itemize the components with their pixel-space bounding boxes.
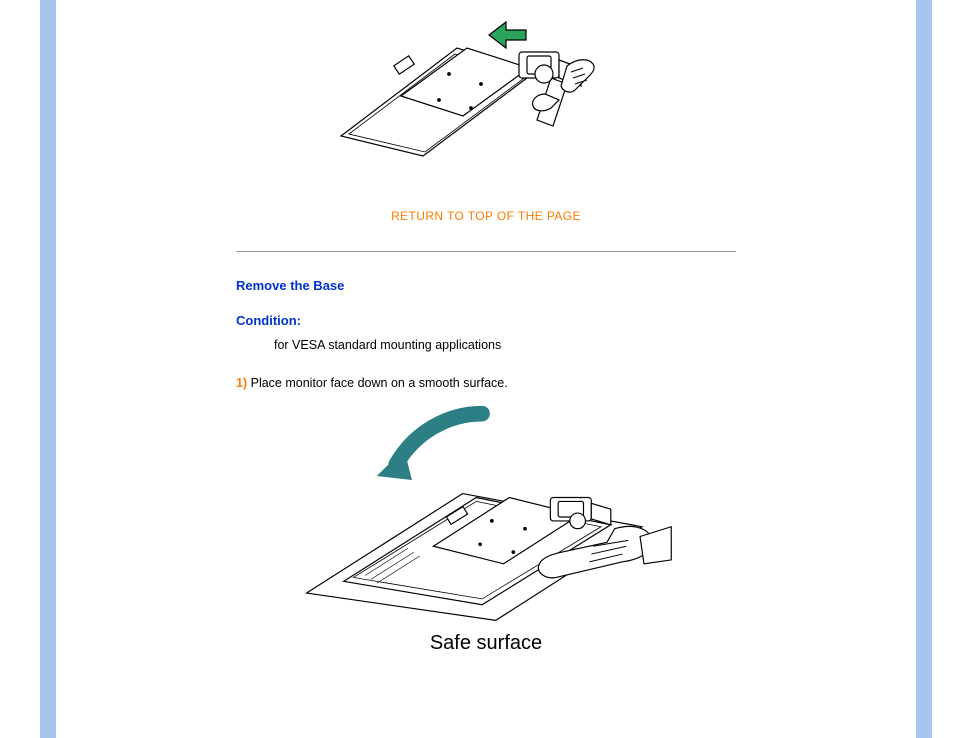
content-column: RETURN TO TOP OF THE PAGE Remove the Bas… (56, 0, 916, 738)
step-1-text: Place monitor face down on a smooth surf… (251, 376, 508, 390)
safe-surface-diagram (296, 400, 676, 634)
section-title: Remove the Base (236, 278, 736, 293)
divider (236, 251, 736, 252)
left-stripe (40, 0, 56, 738)
fold-base-diagram (331, 8, 641, 158)
step-1-number: 1) (236, 376, 247, 390)
illustration-safe-surface: Safe surface (296, 400, 676, 655)
arrow-curved-icon (377, 414, 482, 480)
return-to-top-link[interactable]: RETURN TO TOP OF THE PAGE (391, 209, 581, 223)
safe-surface-caption: Safe surface (296, 632, 676, 655)
condition-text: for VESA standard mounting applications (274, 338, 736, 352)
arrow-left-icon (489, 22, 526, 48)
page: RETURN TO TOP OF THE PAGE Remove the Bas… (0, 0, 954, 738)
illustration-fold-base (331, 0, 641, 158)
condition-label: Condition: (236, 313, 736, 328)
return-to-top: RETURN TO TOP OF THE PAGE (236, 208, 736, 223)
monitor-panel (341, 48, 535, 156)
right-stripe (916, 0, 932, 738)
step-1: 1) Place monitor face down on a smooth s… (236, 376, 736, 390)
